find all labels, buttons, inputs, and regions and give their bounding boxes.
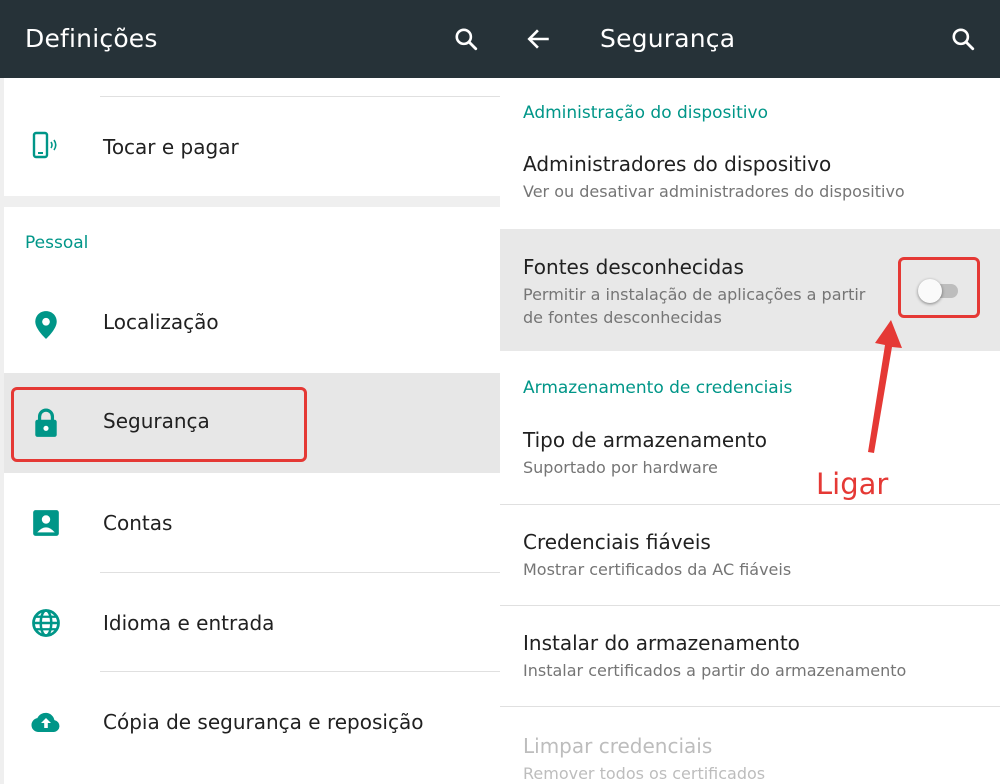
highlight-box-security	[11, 387, 307, 462]
security-app-bar: Segurança	[500, 0, 1000, 78]
settings-item-storage-type[interactable]: Tipo de armazenamento Suportado por hard…	[500, 415, 1000, 505]
search-icon[interactable]	[449, 22, 483, 56]
section-header-personal: Pessoal	[25, 233, 89, 253]
item-subtitle: Permitir a instalação de aplicações a pa…	[523, 285, 866, 304]
settings-item-label: Idioma e entrada	[103, 611, 275, 635]
item-subtitle: Instalar certificados a partir do armaze…	[523, 661, 907, 680]
settings-item-install-from-storage[interactable]: Instalar do armazenamento Instalar certi…	[500, 606, 1000, 706]
settings-item-language[interactable]: Idioma e entrada	[4, 573, 500, 672]
item-title: Tipo de armazenamento	[523, 428, 767, 452]
item-subtitle: Remover todos os certificados	[523, 764, 766, 783]
cloud-upload-icon	[26, 702, 66, 742]
globe-icon	[26, 603, 66, 643]
section-header-credentials: Armazenamento de credenciais	[523, 378, 793, 398]
top-card: Tocar e pagar	[4, 78, 500, 196]
settings-item-device-admins[interactable]: Administradores do dispositivo Ver ou de…	[500, 140, 1000, 229]
account-box-icon	[26, 503, 66, 543]
item-title: Credenciais fiáveis	[523, 530, 711, 554]
section-header-device-admin: Administração do dispositivo	[523, 103, 768, 123]
search-icon[interactable]	[946, 22, 980, 56]
item-title: Fontes desconhecidas	[523, 255, 744, 279]
item-subtitle-line2: de fontes desconhecidas	[523, 308, 722, 327]
security-pane: Segurança Administração do dispositivo A…	[500, 0, 1000, 784]
settings-item-location[interactable]: Localização	[4, 275, 500, 373]
settings-item-tap-pay[interactable]: Tocar e pagar	[4, 97, 500, 196]
phone-nfc-icon	[26, 127, 66, 167]
personal-card: Pessoal Localização Segurança Contas Idi	[4, 207, 500, 784]
settings-app-bar: Definições	[0, 0, 500, 78]
page-title: Definições	[25, 24, 158, 53]
credential-storage-section: Armazenamento de credenciais Tipo de arm…	[500, 351, 1000, 505]
settings-item-label: Cópia de segurança e reposição	[103, 710, 424, 734]
item-subtitle: Suportado por hardware	[523, 458, 718, 477]
settings-item-clear-credentials: Limpar credenciais Remover todos os cert…	[500, 707, 1000, 784]
page-title: Segurança	[600, 24, 736, 53]
item-title: Administradores do dispositivo	[523, 152, 832, 176]
settings-item-trusted-credentials[interactable]: Credenciais fiáveis Mostrar certificados…	[500, 505, 1000, 605]
settings-pane: Definições Tocar e pagar Pessoal Localiz…	[0, 0, 500, 784]
back-arrow-icon[interactable]	[522, 22, 556, 56]
settings-item-label: Localização	[103, 310, 219, 334]
settings-item-label: Tocar e pagar	[103, 135, 239, 159]
settings-item-label: Contas	[103, 511, 173, 535]
item-subtitle: Ver ou desativar administradores do disp…	[523, 182, 905, 201]
annotation-label: Ligar	[816, 467, 889, 501]
settings-item-accounts[interactable]: Contas	[4, 473, 500, 573]
device-admin-section: Administração do dispositivo Administrad…	[500, 78, 1000, 229]
highlight-box-toggle	[898, 257, 980, 318]
location-pin-icon	[26, 305, 66, 345]
item-title: Limpar credenciais	[523, 734, 713, 758]
item-subtitle: Mostrar certificados da AC fiáveis	[523, 560, 792, 579]
settings-item-backup[interactable]: Cópia de segurança e reposição	[4, 672, 500, 772]
item-title: Instalar do armazenamento	[523, 631, 800, 655]
